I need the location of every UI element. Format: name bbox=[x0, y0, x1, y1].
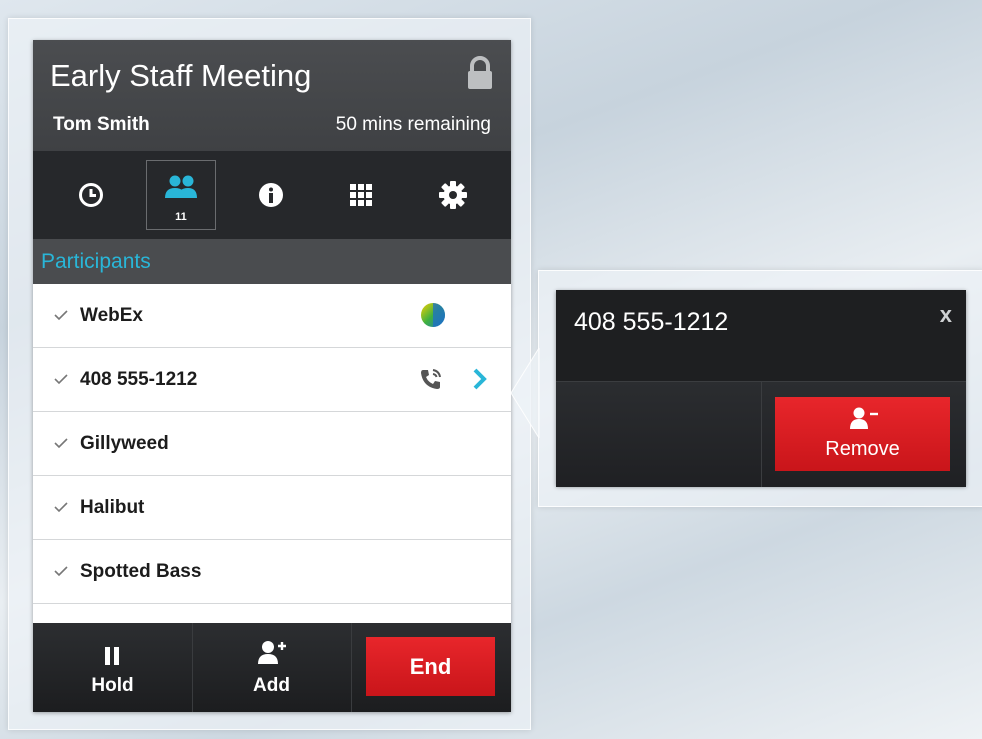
meeting-title: Early Staff Meeting bbox=[50, 58, 312, 93]
participant-row[interactable]: WebEx bbox=[33, 284, 511, 348]
remove-label: Remove bbox=[825, 438, 900, 460]
info-button[interactable] bbox=[236, 160, 306, 230]
organizer-name: Tom Smith bbox=[53, 114, 150, 135]
clock-icon bbox=[79, 183, 103, 207]
info-icon bbox=[259, 183, 283, 207]
add-button[interactable]: Add bbox=[192, 623, 352, 712]
participant-name: 408 555-1212 bbox=[80, 369, 198, 390]
participant-list: WebEx 408 555-1212 Gillyweed Halibut Spo… bbox=[33, 284, 511, 604]
popup-phone-number: 408 555-1212 bbox=[574, 308, 729, 336]
remove-user-icon bbox=[850, 407, 878, 429]
participant-row-selected[interactable]: 408 555-1212 bbox=[33, 348, 511, 412]
end-call-button[interactable]: End bbox=[366, 637, 495, 696]
participant-detail-popup: 408 555-1212 x Remove bbox=[556, 290, 966, 487]
participant-row[interactable]: Spotted Bass bbox=[33, 540, 511, 604]
participant-row[interactable]: Halibut bbox=[33, 476, 511, 540]
participant-row[interactable]: Gillyweed bbox=[33, 412, 511, 476]
history-button[interactable] bbox=[56, 160, 126, 230]
phone-call-icon bbox=[421, 369, 441, 389]
close-icon[interactable]: x bbox=[940, 302, 952, 328]
participant-name: Gillyweed bbox=[80, 433, 169, 454]
checkmark-icon bbox=[54, 502, 68, 513]
divider bbox=[761, 382, 762, 487]
participants-icon bbox=[165, 175, 197, 198]
settings-button[interactable] bbox=[418, 160, 488, 230]
hold-button[interactable]: Hold bbox=[33, 623, 193, 712]
meeting-toolbar: 11 bbox=[33, 151, 511, 239]
call-control-bar: Hold Add End bbox=[33, 623, 511, 712]
checkmark-icon bbox=[54, 374, 68, 385]
participant-name: Halibut bbox=[80, 497, 145, 518]
checkmark-icon bbox=[54, 438, 68, 449]
checkmark-icon bbox=[54, 310, 68, 321]
meeting-panel: Early Staff Meeting Tom Smith 50 mins re… bbox=[33, 40, 511, 712]
keypad-button[interactable] bbox=[326, 160, 396, 230]
add-user-icon bbox=[258, 641, 286, 664]
participant-name: Spotted Bass bbox=[80, 561, 202, 582]
keypad-icon bbox=[350, 184, 372, 206]
participant-name: WebEx bbox=[80, 305, 144, 326]
participants-tab[interactable]: 11 bbox=[146, 160, 216, 230]
time-remaining: 50 mins remaining bbox=[335, 114, 491, 135]
gear-icon bbox=[439, 181, 467, 209]
pause-icon bbox=[105, 647, 119, 665]
add-label: Add bbox=[253, 675, 290, 696]
popup-actions: Remove bbox=[556, 381, 966, 487]
participant-count: 11 bbox=[175, 211, 187, 223]
remove-participant-button[interactable]: Remove bbox=[775, 397, 950, 471]
participants-section-title: Participants bbox=[33, 239, 511, 284]
checkmark-icon bbox=[54, 566, 68, 577]
popup-pointer bbox=[511, 348, 540, 438]
chevron-right-icon[interactable] bbox=[473, 368, 487, 390]
meeting-header: Early Staff Meeting Tom Smith 50 mins re… bbox=[33, 40, 511, 151]
hold-label: Hold bbox=[91, 675, 134, 696]
webex-globe-icon bbox=[421, 303, 445, 327]
lock-icon bbox=[468, 56, 492, 89]
